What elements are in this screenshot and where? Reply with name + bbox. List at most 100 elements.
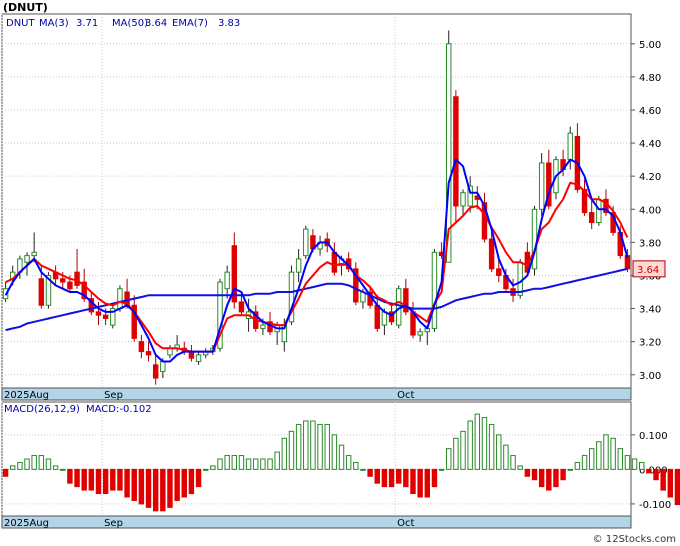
macd-bar-negative: [74, 468, 80, 488]
macd-bar-positive: [624, 455, 631, 470]
macd-bar-positive: [446, 448, 452, 470]
macd-bar-negative: [174, 468, 180, 501]
macd-bar-positive: [517, 465, 523, 470]
candle-up: [417, 331, 423, 336]
macd-plot-area: [1, 401, 632, 517]
candle-up: [260, 324, 266, 329]
macd-bar-positive: [453, 437, 459, 470]
candle-up: [195, 354, 202, 363]
macd-bar-negative: [403, 468, 409, 488]
macd-bar-negative: [110, 468, 116, 491]
macd-bar-positive: [60, 468, 66, 471]
macd-date-axis: [1, 515, 632, 529]
macd-bar-positive: [303, 420, 309, 470]
candle-down: [38, 278, 45, 306]
macd-bar-positive: [574, 461, 581, 470]
candle-down: [331, 251, 338, 273]
macd-bar-negative: [102, 468, 109, 495]
price-y-tick-label: 4.40: [639, 139, 661, 150]
candle-down: [138, 341, 145, 353]
legend-ma50-value: 3.64: [145, 18, 167, 29]
macd-bar-positive: [38, 455, 45, 470]
macd-bar-positive: [31, 455, 37, 470]
macd-bar-positive: [217, 458, 223, 470]
watermark: © 12Stocks.com: [593, 534, 676, 545]
candle-down: [95, 311, 102, 316]
macd-bar-positive: [267, 458, 273, 470]
candle-up: [117, 288, 123, 310]
macd-bar-positive: [610, 437, 616, 470]
candle-up: [431, 251, 438, 329]
price-y-tick-label: 3.20: [639, 338, 661, 349]
price-panel: 3.003.203.403.603.804.004.204.404.604.80…: [1, 13, 666, 401]
macd-bar-positive: [245, 458, 252, 470]
macd-bar-negative: [538, 468, 545, 488]
macd-bar-negative: [195, 468, 202, 488]
macd-bar-negative: [117, 468, 123, 491]
macd-bar-negative: [431, 468, 438, 488]
price-x-tick-label: Sep: [104, 390, 123, 401]
macd-bar-negative: [667, 468, 674, 498]
macd-bar-positive: [631, 458, 638, 470]
macd-bar-positive: [295, 423, 302, 470]
macd-bar-negative: [646, 468, 652, 474]
candle-down: [145, 351, 152, 356]
macd-bar-positive: [238, 455, 245, 470]
price-y-tick-label: 4.60: [639, 106, 661, 117]
macd-bar-positive: [353, 461, 359, 470]
macd-bar-positive: [281, 437, 288, 470]
candle-down: [152, 364, 159, 379]
price-y-tick-label: 4.80: [639, 73, 661, 84]
macd-bar-negative: [181, 468, 187, 498]
candle-down: [403, 288, 409, 313]
macd-bar-negative: [410, 468, 416, 495]
macd-bar-positive: [438, 468, 445, 471]
price-y-tick-label: 4.00: [639, 205, 661, 216]
macd-bar-positive: [510, 455, 516, 470]
macd-bar-positive: [581, 455, 588, 470]
candle-up: [303, 228, 309, 257]
macd-bar-negative: [388, 468, 395, 488]
macd-bar-negative: [424, 468, 431, 498]
macd-bar-positive: [345, 455, 352, 470]
macd-legend-value: MACD:-0.102: [86, 404, 152, 415]
candle-down: [624, 255, 631, 270]
legend-ma3-value: 3.71: [76, 18, 98, 29]
price-x-tick-label: 2025Aug: [4, 390, 49, 401]
candle-up: [517, 261, 523, 296]
candle-up: [224, 271, 230, 290]
stock-chart: 3.003.203.403.603.804.004.204.404.604.80…: [1, 1, 680, 545]
candle-up: [160, 361, 166, 372]
macd-bar-negative: [95, 468, 102, 495]
candle-down: [488, 238, 495, 270]
macd-bar-positive: [10, 465, 16, 470]
macd-bar-positive: [274, 451, 280, 470]
price-plot-area: [1, 13, 632, 389]
legend-ticker: DNUT: [6, 18, 36, 29]
candle-down: [496, 268, 502, 276]
macd-bar-positive: [360, 468, 366, 471]
candle-up: [567, 132, 573, 161]
candle-up: [596, 198, 602, 224]
price-y-tick-label: 4.20: [639, 172, 661, 183]
macd-bar-negative: [395, 468, 402, 484]
candle-up: [31, 251, 37, 257]
macd-bar-positive: [17, 461, 23, 470]
macd-bar-positive: [496, 434, 502, 470]
macd-bar-positive: [567, 468, 573, 471]
macd-y-tick-label: -0.100: [639, 500, 671, 511]
price-tag-label: 3.64: [637, 265, 659, 276]
macd-bar-negative: [417, 468, 423, 498]
macd-panel: -0.1000.0000.1002025AugSepOctNov: [1, 401, 680, 529]
candle-down: [102, 314, 109, 319]
macd-bar-positive: [474, 413, 481, 470]
macd-bar-negative: [553, 468, 559, 488]
macd-bar-positive: [317, 423, 323, 470]
price-y-tick-label: 3.80: [639, 238, 661, 249]
macd-bar-negative: [145, 468, 152, 508]
macd-bar-negative: [524, 468, 531, 477]
macd-x-tick-label: 2025Aug: [4, 518, 49, 529]
candle-down: [588, 212, 595, 224]
macd-bar-positive: [210, 465, 216, 470]
price-legend: DNUT MA(3) 3.71 MA(50) 3.64 EMA(7) 3.83: [6, 18, 240, 29]
